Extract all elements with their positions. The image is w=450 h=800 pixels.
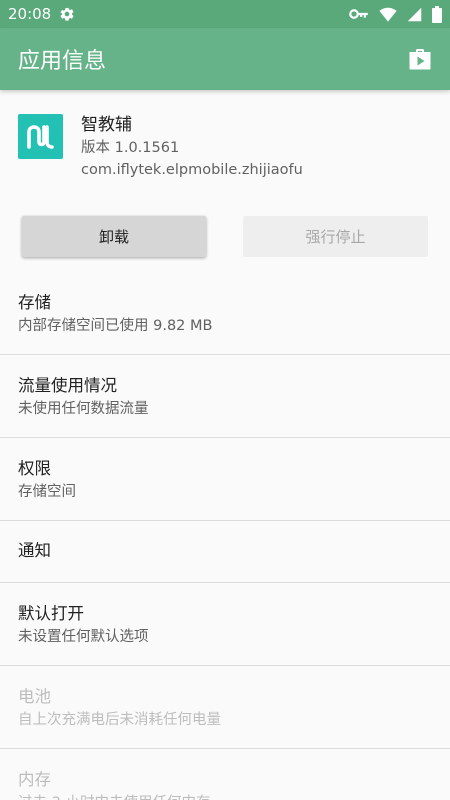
- list-item-title: 流量使用情况: [18, 376, 117, 395]
- list-item-subtitle: 未设置任何默认选项: [18, 629, 149, 645]
- action-buttons: 卸载 强行停止: [0, 214, 450, 260]
- list-item-storage[interactable]: 存储 内部存储空间已使用 9.82 MB: [0, 272, 450, 355]
- list-item-notifications[interactable]: 通知: [0, 521, 450, 583]
- app-icon: [18, 114, 63, 159]
- list-item-subtitle: 自上次充满电后未消耗任何电量: [18, 712, 221, 728]
- status-bar: 20:08: [0, 0, 450, 28]
- cell-signal-icon: [407, 7, 422, 22]
- app-version: 版本 1.0.1561: [81, 140, 180, 156]
- app-name: 智教辅: [81, 115, 132, 135]
- list-item-title: 默认打开: [18, 604, 84, 623]
- list-item-battery: 电池 自上次充满电后未消耗任何电量: [0, 666, 450, 749]
- list-item-title: 内存: [18, 770, 51, 789]
- list-item-open-by-default[interactable]: 默认打开 未设置任何默认选项: [0, 583, 450, 666]
- status-icons: [349, 5, 442, 23]
- uninstall-button[interactable]: 卸载: [22, 216, 206, 257]
- app-package: com.iflytek.elpmobile.zhijiaofu: [81, 162, 303, 178]
- list-item-title: 电池: [18, 687, 51, 706]
- page-title: 应用信息: [18, 49, 107, 74]
- list-item-memory: 内存 过去 3 小时内未使用任何内存: [0, 749, 450, 800]
- list-item-data-usage[interactable]: 流量使用情况 未使用任何数据流量: [0, 355, 450, 438]
- status-time: 20:08: [8, 5, 52, 23]
- settings-list: 存储 内部存储空间已使用 9.82 MB 流量使用情况 未使用任何数据流量 权限…: [0, 272, 450, 800]
- list-item-title: 存储: [18, 293, 51, 312]
- play-store-icon[interactable]: [406, 45, 434, 73]
- app-bar: 应用信息: [0, 28, 450, 90]
- list-item-subtitle: 存储空间: [18, 484, 76, 500]
- list-item-title: 通知: [18, 541, 51, 560]
- battery-icon: [432, 5, 442, 23]
- app-header: 智教辅 版本 1.0.1561 com.iflytek.elpmobile.zh…: [0, 90, 450, 200]
- wifi-icon: [379, 7, 397, 22]
- list-item-title: 权限: [18, 459, 51, 478]
- list-item-permissions[interactable]: 权限 存储空间: [0, 438, 450, 521]
- settings-icon: [59, 6, 75, 22]
- vpn-key-icon: [349, 7, 369, 21]
- app-meta: 智教辅 版本 1.0.1561 com.iflytek.elpmobile.zh…: [81, 114, 303, 181]
- list-item-subtitle: 未使用任何数据流量: [18, 401, 149, 417]
- list-item-subtitle: 过去 3 小时内未使用任何内存: [18, 792, 432, 800]
- list-item-subtitle: 内部存储空间已使用 9.82 MB: [18, 318, 213, 334]
- force-stop-button: 强行停止: [243, 216, 428, 257]
